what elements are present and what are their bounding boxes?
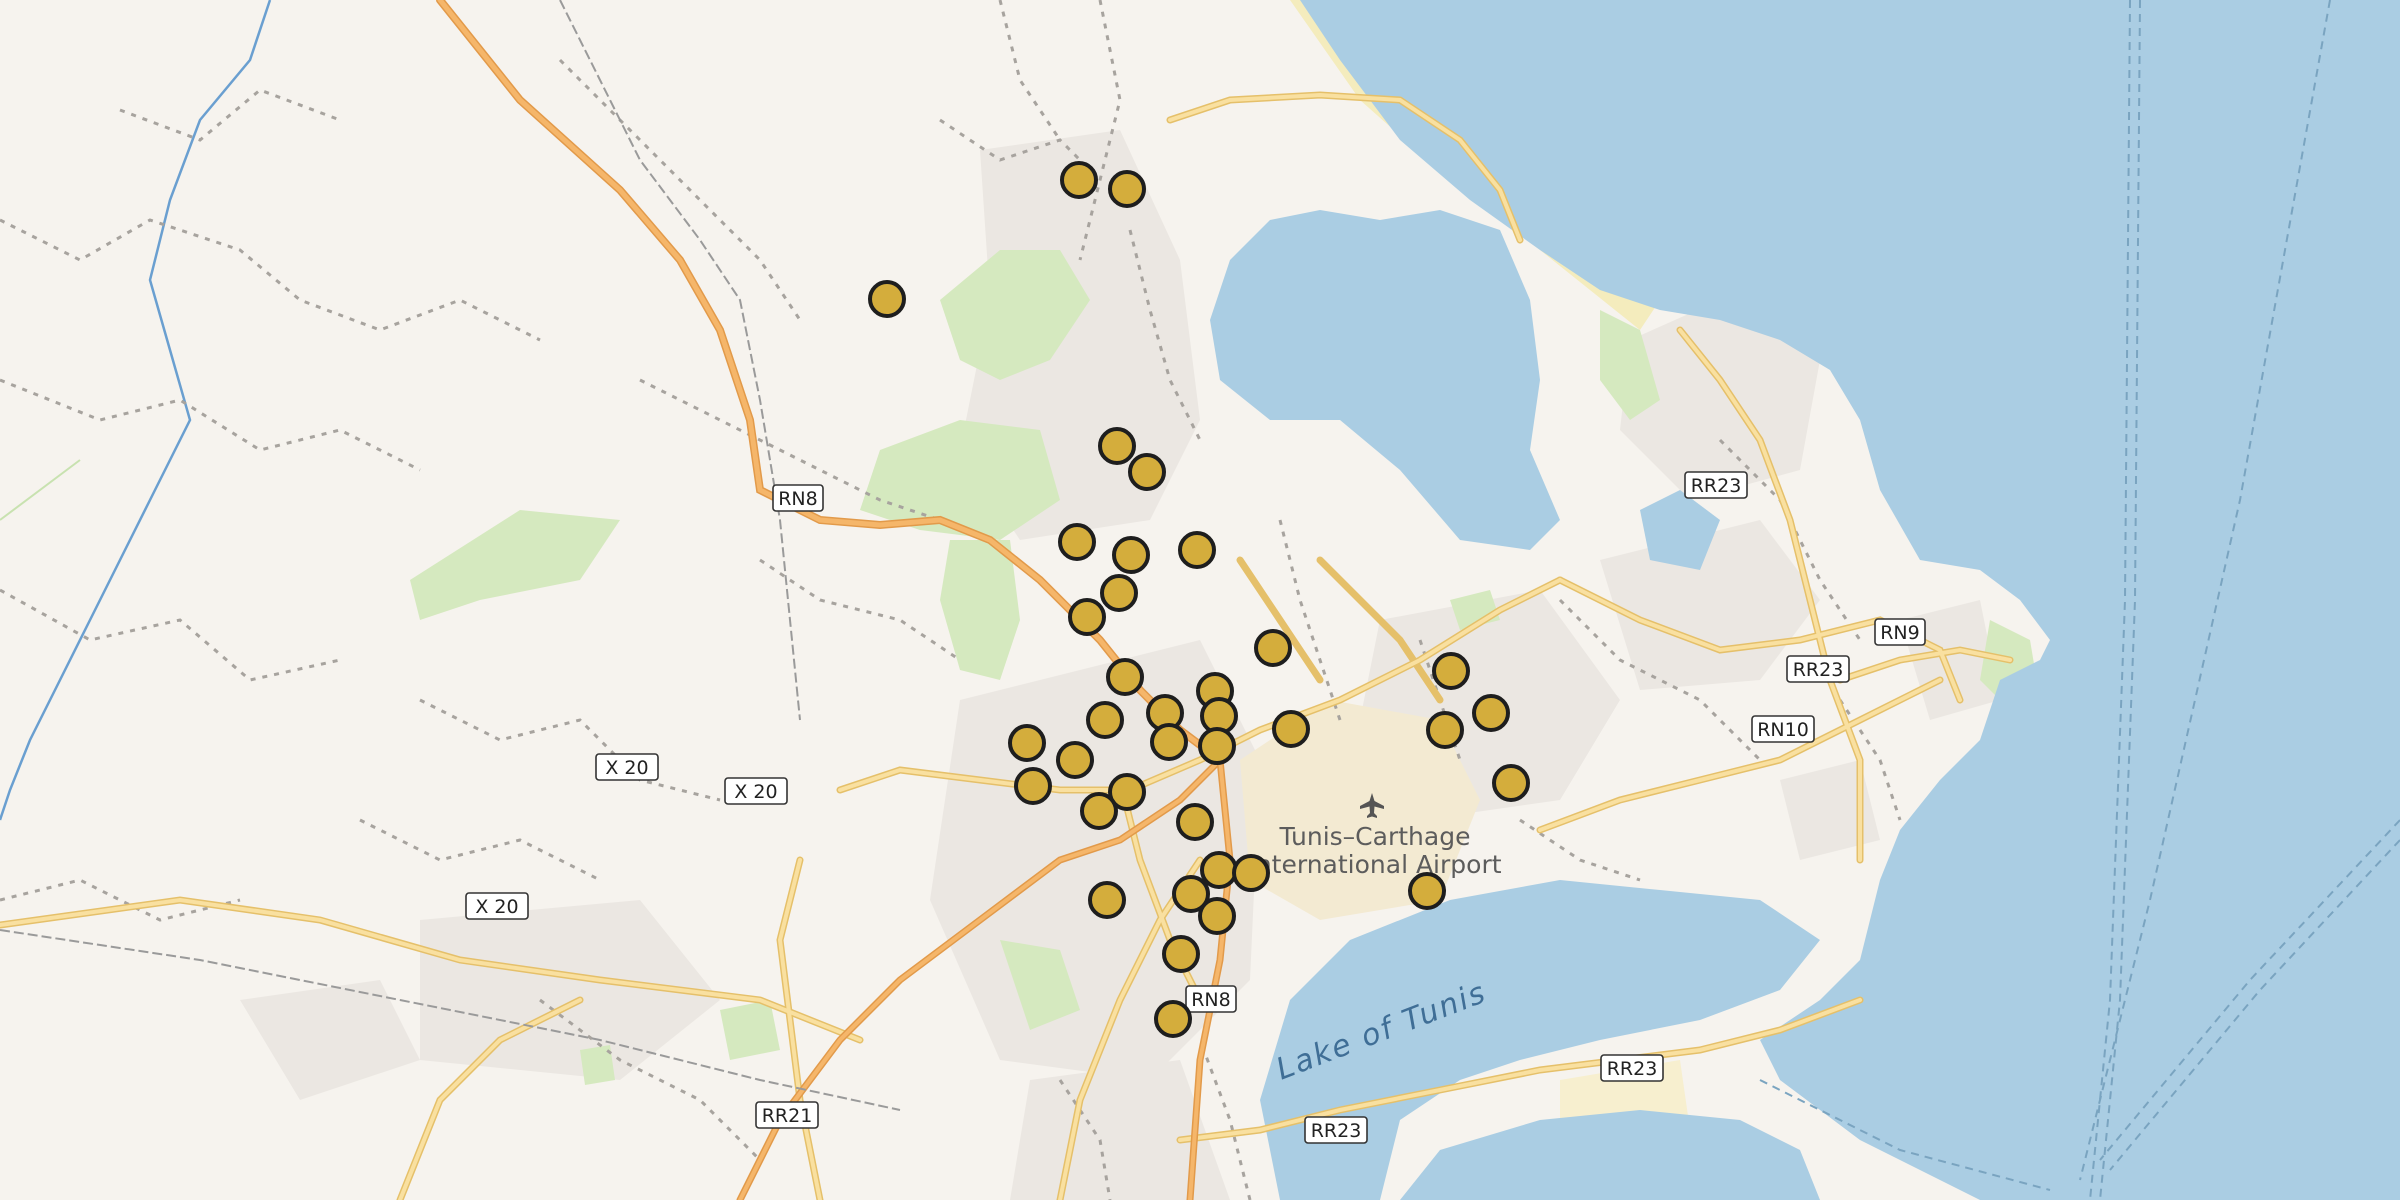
road-label-rr23-north: RR23 (1684, 471, 1748, 499)
map-marker[interactable] (1106, 658, 1144, 696)
road-label-rn8-south: RN8 (1185, 985, 1237, 1013)
svg-text:RR23: RR23 (1607, 1058, 1658, 1080)
map-marker[interactable] (1080, 792, 1118, 830)
map-marker[interactable] (1472, 694, 1510, 732)
svg-text:X 20: X 20 (605, 757, 648, 779)
svg-text:RR21: RR21 (762, 1105, 813, 1127)
road-label-rr23-south-b: RR23 (1304, 1116, 1368, 1144)
map-canvas[interactable]: RN8 X 20 X 20 X 20 RR23 RN9 RR23 RN10 RN8 RR21 RR2… (0, 0, 2400, 1200)
map-marker[interactable] (1068, 598, 1106, 636)
map-marker[interactable] (1432, 652, 1470, 690)
airport-label-line2: International Airport (1248, 850, 1501, 879)
map-view[interactable]: RN8 X 20 X 20 X 20 RR23 RN9 RR23 RN10 RN8 RR21 RR2… (0, 0, 2400, 1200)
road-label-rn8-north: RN8 (772, 484, 824, 512)
map-marker[interactable] (1426, 711, 1464, 749)
map-marker[interactable] (1098, 427, 1136, 465)
road-label-rn9: RN9 (1874, 618, 1926, 646)
road-label-rr21: RR21 (755, 1101, 819, 1129)
svg-text:X 20: X 20 (475, 896, 518, 918)
svg-text:RN8: RN8 (778, 488, 818, 510)
svg-text:RR23: RR23 (1793, 659, 1844, 681)
map-marker[interactable] (1060, 161, 1098, 199)
map-marker[interactable] (1176, 803, 1214, 841)
map-marker[interactable] (1178, 531, 1216, 569)
map-marker[interactable] (1008, 724, 1046, 762)
map-marker[interactable] (1056, 741, 1094, 779)
map-marker[interactable] (1014, 767, 1052, 805)
map-marker[interactable] (868, 280, 906, 318)
map-marker[interactable] (1150, 723, 1188, 761)
map-marker[interactable] (1408, 872, 1446, 910)
road-label-x20-a: X 20 (595, 753, 659, 781)
map-marker[interactable] (1088, 881, 1126, 919)
map-marker[interactable] (1200, 851, 1238, 889)
road-label-rr23-south-a: RR23 (1600, 1054, 1664, 1082)
map-marker[interactable] (1058, 523, 1096, 561)
svg-text:RN8: RN8 (1191, 989, 1231, 1011)
map-marker[interactable] (1108, 170, 1146, 208)
svg-text:RR23: RR23 (1691, 475, 1742, 497)
map-marker[interactable] (1492, 764, 1530, 802)
map-marker[interactable] (1112, 536, 1150, 574)
map-marker[interactable] (1154, 1000, 1192, 1038)
road-label-x20-c: X 20 (465, 892, 529, 920)
map-marker[interactable] (1272, 710, 1310, 748)
map-marker[interactable] (1254, 629, 1292, 667)
airport-label-line1: Tunis–Carthage (1279, 822, 1471, 851)
map-marker[interactable] (1100, 574, 1138, 612)
map-marker[interactable] (1198, 897, 1236, 935)
map-marker[interactable] (1162, 935, 1200, 973)
svg-text:X 20: X 20 (734, 781, 777, 803)
road-label-x20-b: X 20 (724, 777, 788, 805)
svg-text:RR23: RR23 (1311, 1120, 1362, 1142)
map-marker[interactable] (1232, 854, 1270, 892)
map-marker[interactable] (1128, 453, 1166, 491)
svg-text:RN9: RN9 (1880, 622, 1920, 644)
svg-text:RN10: RN10 (1757, 719, 1809, 741)
road-label-rr23-mid: RR23 (1786, 655, 1850, 683)
road-label-rn10: RN10 (1751, 715, 1815, 743)
map-marker[interactable] (1086, 701, 1124, 739)
map-marker[interactable] (1198, 727, 1236, 765)
